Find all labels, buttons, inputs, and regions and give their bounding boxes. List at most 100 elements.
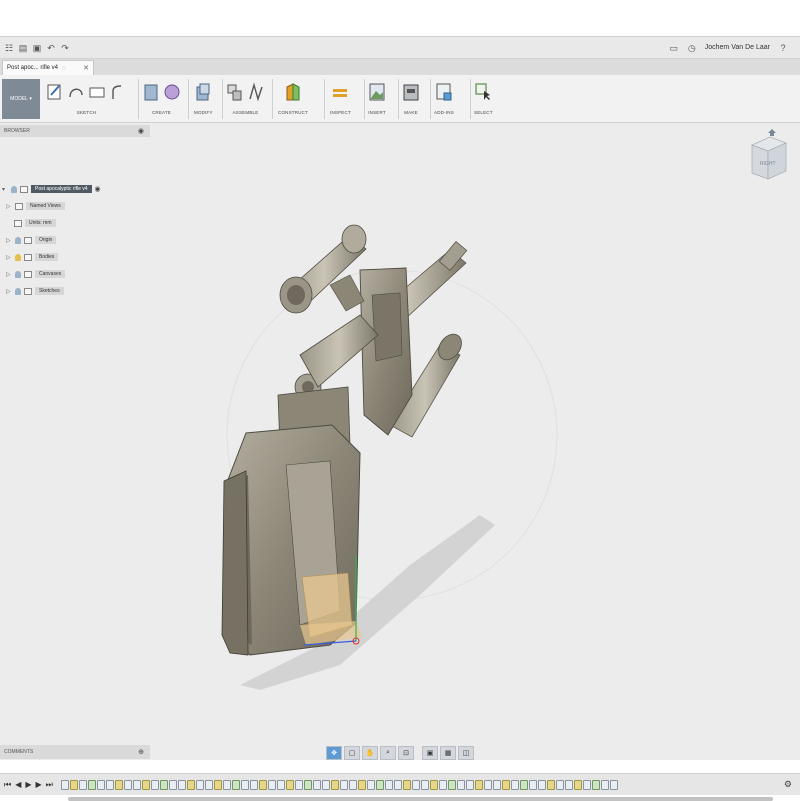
timeline-feature[interactable] [402, 779, 411, 790]
timeline-feature[interactable] [573, 779, 582, 790]
play-icon[interactable]: ▶ [25, 780, 31, 790]
insert-group[interactable]: INSERT [368, 78, 386, 120]
workspace-mode-button[interactable]: MODEL ▾ [2, 79, 40, 119]
visibility-bulb-icon[interactable] [15, 236, 21, 244]
comments-panel[interactable]: COMMENTS ⊕ [0, 745, 150, 759]
extrude-icon[interactable] [142, 81, 160, 103]
expand-arrow-icon[interactable]: ▷ [6, 254, 12, 261]
construct-group[interactable]: CONSTRUCT [278, 78, 308, 120]
pan-icon[interactable]: ✋ [362, 746, 378, 760]
tree-item-units[interactable]: Units: mm [14, 217, 56, 229]
orbit-icon[interactable]: ✥ [326, 746, 342, 760]
timeline-feature[interactable] [150, 779, 159, 790]
insert-image-icon[interactable] [368, 81, 386, 103]
timeline-feature[interactable] [249, 779, 258, 790]
timeline-feature[interactable] [510, 779, 519, 790]
timeline-feature[interactable] [384, 779, 393, 790]
browser-header[interactable]: BROWSER ◉ [0, 125, 150, 137]
timeline-feature[interactable] [420, 779, 429, 790]
close-tab-icon[interactable]: ✕ [83, 64, 89, 72]
timeline-feature[interactable] [438, 779, 447, 790]
select-group[interactable]: SELECT [474, 78, 493, 120]
timeline-feature[interactable] [258, 779, 267, 790]
timeline-feature[interactable] [546, 779, 555, 790]
timeline-feature[interactable] [348, 779, 357, 790]
home-icon[interactable] [768, 129, 776, 136]
timeline-feature[interactable] [294, 779, 303, 790]
viewcube[interactable]: RIGHT [748, 127, 788, 187]
timeline-feature[interactable] [564, 779, 573, 790]
collapse-arrow-icon[interactable]: ▾ [2, 186, 8, 193]
timeline-feature[interactable] [267, 779, 276, 790]
timeline-feature[interactable] [177, 779, 186, 790]
display-settings-icon[interactable]: ▣ [422, 746, 438, 760]
timeline-feature[interactable] [537, 779, 546, 790]
form-icon[interactable] [163, 81, 181, 103]
timeline-feature[interactable] [582, 779, 591, 790]
make-group[interactable]: MAKE [402, 78, 420, 120]
line-icon[interactable] [67, 81, 85, 103]
user-name[interactable]: Jochem Van De Laar [705, 44, 770, 51]
save-icon[interactable]: ▣ [32, 43, 42, 53]
visibility-bulb-icon[interactable] [11, 185, 17, 193]
timeline-feature[interactable] [357, 779, 366, 790]
add-ins-group[interactable]: ADD-INS [434, 78, 454, 120]
timeline-feature[interactable] [114, 779, 123, 790]
grid-menu-icon[interactable]: ☷ [4, 43, 14, 53]
timeline-feature[interactable] [105, 779, 114, 790]
timeline-feature[interactable] [159, 779, 168, 790]
timeline-feature[interactable] [375, 779, 384, 790]
look-at-icon[interactable]: ▢ [344, 746, 360, 760]
offset-plane-icon[interactable] [284, 81, 302, 103]
timeline-feature[interactable] [132, 779, 141, 790]
step-back-icon[interactable]: ◀ [15, 780, 21, 790]
timeline-feature[interactable] [123, 779, 132, 790]
timeline-feature[interactable] [528, 779, 537, 790]
timeline-feature[interactable] [492, 779, 501, 790]
measure-icon[interactable] [331, 81, 349, 103]
timeline-feature[interactable] [213, 779, 222, 790]
timeline-feature[interactable] [609, 779, 618, 790]
new-component-icon[interactable] [226, 81, 244, 103]
timeline-settings-icon[interactable]: ⚙ [784, 779, 792, 790]
arc-icon[interactable] [109, 81, 127, 103]
timeline-feature[interactable] [141, 779, 150, 790]
zoom-icon[interactable]: ⌕ [380, 746, 396, 760]
timeline-feature[interactable] [87, 779, 96, 790]
file-menu-icon[interactable]: ▤ [18, 43, 28, 53]
visibility-bulb-icon[interactable] [15, 270, 21, 278]
create-sketch-icon[interactable] [46, 81, 64, 103]
butt-plate[interactable] [221, 470, 249, 656]
go-to-start-icon[interactable]: ⏮ [4, 780, 11, 790]
timeline-scrollbar[interactable] [68, 797, 773, 801]
create-group[interactable]: CREATE [142, 78, 181, 120]
timeline-feature[interactable] [591, 779, 600, 790]
expand-arrow-icon[interactable]: ▷ [6, 203, 12, 210]
expand-arrow-icon[interactable]: ▷ [6, 271, 12, 278]
help-icon[interactable]: ? [778, 43, 788, 53]
tree-item-origin[interactable]: ▷ Origin [6, 234, 57, 246]
tree-item-canvases[interactable]: ▷ Canvases [6, 268, 66, 280]
timeline-feature[interactable] [222, 779, 231, 790]
sketch-group[interactable]: SKETCH [46, 78, 127, 120]
modify-group[interactable]: MODIFY [194, 78, 213, 120]
tree-root[interactable]: ▾ Post apocalyptic rifle v4 ◉ [2, 183, 101, 195]
timeline-feature[interactable] [60, 779, 69, 790]
job-status-icon[interactable]: ▭ [669, 43, 679, 53]
timeline-feature[interactable] [195, 779, 204, 790]
timeline-feature[interactable] [168, 779, 177, 790]
press-pull-icon[interactable] [194, 81, 212, 103]
grid-settings-icon[interactable]: ▦ [440, 746, 456, 760]
timeline-feature[interactable] [285, 779, 294, 790]
expand-arrow-icon[interactable]: ▷ [6, 288, 12, 295]
redo-icon[interactable]: ↷ [60, 43, 70, 53]
pin-icon[interactable]: ◉ [138, 127, 144, 135]
activate-radio-icon[interactable]: ◉ [95, 185, 101, 193]
timeline-feature[interactable] [321, 779, 330, 790]
expand-arrow-icon[interactable]: ▷ [6, 237, 12, 244]
timeline-feature[interactable] [339, 779, 348, 790]
timeline-feature[interactable] [276, 779, 285, 790]
visibility-bulb-icon[interactable] [15, 253, 21, 261]
timeline-feature[interactable] [303, 779, 312, 790]
undo-icon[interactable]: ↶ [46, 43, 56, 53]
